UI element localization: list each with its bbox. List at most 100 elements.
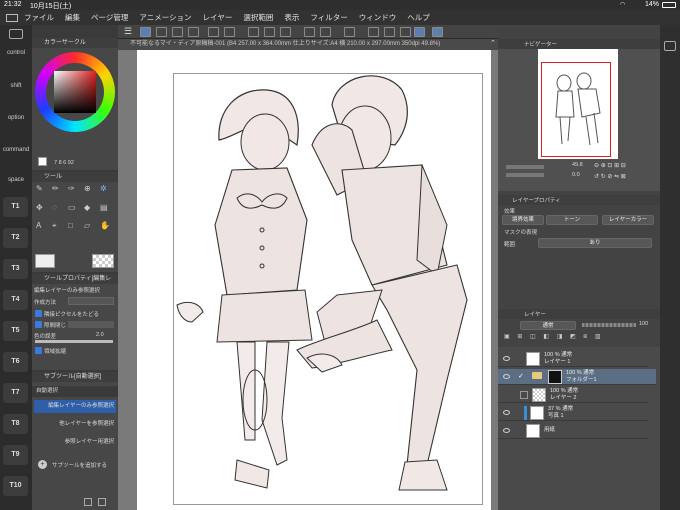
canvas-paper[interactable] bbox=[137, 50, 491, 510]
main-color-swatch[interactable] bbox=[38, 157, 47, 166]
key-t5[interactable]: T5 bbox=[3, 321, 28, 341]
navigator-zoom-buttons[interactable]: ⊖ ⊕ ⊡ ⊞ ⊟ bbox=[594, 162, 650, 170]
app-menu-icon[interactable] bbox=[6, 13, 18, 22]
key-t10[interactable]: T10 bbox=[3, 476, 28, 496]
navigator-zoom-slider-bg[interactable] bbox=[506, 165, 544, 169]
key-control[interactable]: control bbox=[2, 50, 30, 56]
menu-file[interactable]: ファイル bbox=[24, 12, 54, 23]
layer-row-folder[interactable]: ✓ 100 % 通常 フォルダー1 bbox=[498, 369, 656, 385]
key-t8[interactable]: T8 bbox=[3, 414, 28, 434]
menu-page[interactable]: ページ管理 bbox=[91, 12, 128, 23]
menu-animation[interactable]: アニメーション bbox=[139, 12, 191, 23]
main-color-chip[interactable] bbox=[35, 254, 55, 268]
folder-icon[interactable] bbox=[532, 372, 542, 379]
expand-area-checkbox[interactable] bbox=[35, 347, 42, 354]
close-document-icon[interactable]: ⌃ bbox=[490, 40, 498, 48]
crop-icon[interactable] bbox=[344, 27, 355, 37]
select-tool-icon[interactable] bbox=[140, 27, 151, 37]
key-t9[interactable]: T9 bbox=[3, 445, 28, 465]
deselect-icon[interactable] bbox=[248, 27, 259, 37]
transform-icon[interactable] bbox=[320, 27, 331, 37]
paste-icon[interactable] bbox=[188, 27, 199, 37]
document-tab[interactable]: 不可能なるマイ・ディア原稿稿-001 (B4 257.00 x 364.00mm… bbox=[118, 39, 498, 50]
copy-subtool-icon[interactable] bbox=[84, 498, 92, 506]
ruler-snap-icon[interactable] bbox=[368, 27, 379, 37]
fill-icon[interactable]: ◆ bbox=[84, 203, 98, 220]
shape-icon[interactable]: □ bbox=[68, 221, 82, 239]
menu-help[interactable]: ヘルプ bbox=[407, 12, 430, 23]
key-t3[interactable]: T3 bbox=[3, 259, 28, 279]
add-subtool-icon[interactable]: + bbox=[38, 460, 47, 469]
key-command[interactable]: command bbox=[2, 147, 30, 153]
layer-tool-icons[interactable]: ▣ ⊞ ◫ ◧ ◨ ◩ ⧈ ▥ bbox=[504, 333, 654, 343]
color-tolerance-slider[interactable] bbox=[35, 340, 113, 343]
visibility-eye-icon[interactable] bbox=[503, 374, 510, 379]
cut-icon[interactable] bbox=[156, 27, 167, 37]
opacity-slider[interactable] bbox=[582, 323, 636, 327]
invert-selection-icon[interactable] bbox=[264, 27, 275, 37]
pencil-icon[interactable]: ✏ bbox=[52, 184, 66, 201]
transparent-color-chip[interactable] bbox=[92, 254, 114, 268]
navigator-rotate-slider-bg[interactable] bbox=[506, 173, 544, 177]
copy-icon[interactable] bbox=[172, 27, 183, 37]
close-gap-checkbox[interactable] bbox=[35, 321, 42, 328]
key-t6[interactable]: T6 bbox=[3, 352, 28, 372]
layer-row-2[interactable]: 100 % 通常 レイヤー 2 bbox=[498, 387, 648, 403]
menu-selection[interactable]: 選択範囲 bbox=[243, 12, 273, 23]
blend-mode-select[interactable]: 通常 bbox=[520, 321, 576, 330]
key-option[interactable]: option bbox=[2, 115, 30, 121]
pen-icon[interactable]: ✎ bbox=[36, 184, 50, 201]
area-select[interactable]: あり bbox=[538, 238, 652, 248]
key-t7[interactable]: T7 bbox=[3, 383, 28, 403]
menu-edit[interactable]: 編集 bbox=[65, 12, 80, 23]
subtool-item-edit-layer[interactable]: 編集レイヤーのみ参照選択 bbox=[34, 400, 116, 413]
special-ruler-icon[interactable] bbox=[400, 27, 411, 37]
menu-icon[interactable]: ☰ bbox=[124, 27, 135, 37]
key-t1[interactable]: T1 bbox=[3, 197, 28, 217]
creation-method-options[interactable] bbox=[68, 297, 114, 305]
clear-icon[interactable] bbox=[280, 27, 291, 37]
text-icon[interactable]: A bbox=[36, 221, 50, 239]
border-effect-button[interactable]: 境界効果 bbox=[502, 215, 544, 225]
hand-icon[interactable]: ✋ bbox=[100, 221, 114, 239]
lasso-icon[interactable]: ◌ bbox=[52, 203, 66, 220]
undo-icon[interactable] bbox=[9, 29, 23, 39]
eyedropper-icon[interactable]: ⌖ bbox=[52, 221, 66, 239]
grid-snap-icon[interactable] bbox=[384, 27, 395, 37]
key-t2[interactable]: T2 bbox=[3, 228, 28, 248]
key-space[interactable]: space bbox=[2, 177, 30, 183]
follow-adjacent-checkbox[interactable] bbox=[35, 310, 42, 317]
add-subtool-label[interactable]: サブツールを追加する bbox=[52, 461, 107, 469]
menu-filter[interactable]: フィルター bbox=[310, 12, 347, 23]
key-shift[interactable]: shift bbox=[2, 83, 30, 89]
snap-line-icon[interactable] bbox=[414, 27, 425, 37]
zoom-icon[interactable]: ⊕ bbox=[84, 184, 98, 201]
auto-select-icon[interactable]: ✲ bbox=[100, 184, 114, 201]
ruler-icon[interactable]: ▱ bbox=[84, 221, 98, 239]
checkmark-icon[interactable]: ✓ bbox=[518, 372, 524, 380]
menu-window[interactable]: ウィンドウ bbox=[359, 12, 397, 23]
hue-ring[interactable] bbox=[35, 52, 115, 132]
saturation-square[interactable] bbox=[54, 71, 96, 113]
brush-icon[interactable]: ✑ bbox=[68, 184, 82, 201]
layer-color-button[interactable]: レイヤーカラー bbox=[602, 215, 654, 225]
fill-selection-icon[interactable] bbox=[304, 27, 315, 37]
undo-button-icon[interactable] bbox=[208, 27, 219, 37]
visibility-eye-icon[interactable] bbox=[503, 410, 510, 415]
menu-layer[interactable]: レイヤー bbox=[203, 12, 233, 23]
eraser-icon[interactable]: ▭ bbox=[68, 203, 82, 220]
redo-button-icon[interactable] bbox=[224, 27, 235, 37]
navigator-preview-area[interactable]: 49.8 0.0 ⊖ ⊕ ⊡ ⊞ ⊟ ↺ ↻ ⊘ ⇋ ⊠ bbox=[498, 49, 660, 191]
key-t4[interactable]: T4 bbox=[3, 290, 28, 310]
visibility-eye-icon[interactable] bbox=[503, 356, 510, 361]
layer-row-1[interactable]: 100 % 通常 レイヤー 1 bbox=[498, 351, 648, 367]
visibility-eye-icon[interactable] bbox=[503, 428, 510, 433]
snap-curve-icon[interactable] bbox=[432, 27, 443, 37]
tone-button[interactable]: トーン bbox=[546, 215, 598, 225]
subtool-item-reference-layer[interactable]: 参照レイヤー用選択 bbox=[34, 436, 116, 449]
navigator-thumbnail[interactable] bbox=[538, 49, 618, 159]
delete-subtool-icon[interactable] bbox=[98, 498, 106, 506]
panel-toggle-icon[interactable] bbox=[664, 41, 676, 51]
clipping-icon[interactable] bbox=[520, 391, 528, 399]
layer-row-paper[interactable]: 用紙 bbox=[498, 423, 648, 439]
